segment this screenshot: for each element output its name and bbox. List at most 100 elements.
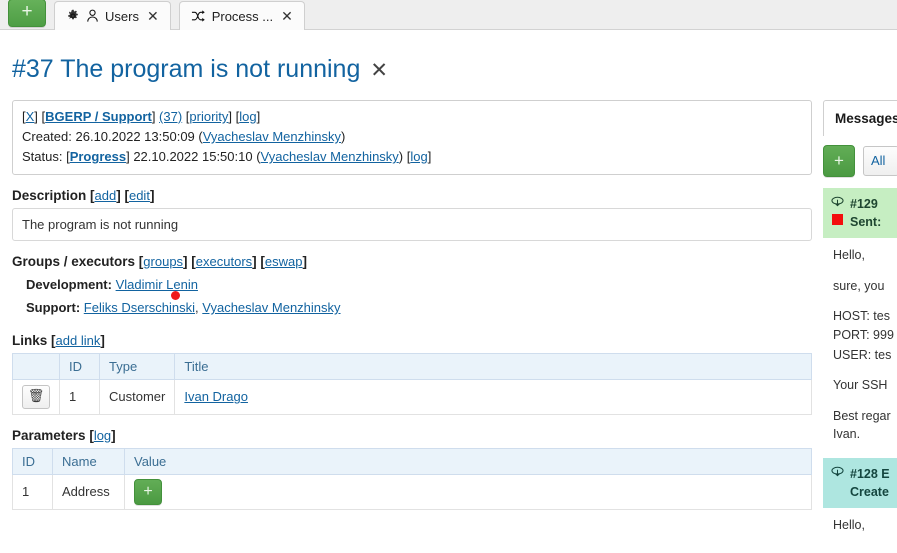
priority-link[interactable]: priority <box>189 109 228 124</box>
message-body-line-4: Your SSH <box>833 376 897 395</box>
issue-info-box: [X] [BGERP / Support] (37) [priority] [l… <box>12 100 812 175</box>
link-title-ivan-drago[interactable]: Ivan Drago <box>184 389 248 404</box>
message-created-label: Create <box>850 485 889 499</box>
messages-spacer-2 <box>823 447 897 458</box>
message-header-129[interactable]: #129 Sent: <box>823 188 897 238</box>
tab-users[interactable]: Users ✕ <box>54 1 171 30</box>
cursor-marker-dot <box>171 291 180 300</box>
log-link[interactable]: log <box>239 109 256 124</box>
links-table-header-row: ID Type Title <box>13 353 812 379</box>
groups-heading-text: Groups / executors <box>12 254 135 269</box>
links-heading-text: Links <box>12 333 47 348</box>
main-content: [X] [BGERP / Support] (37) [priority] [l… <box>12 100 812 510</box>
group-person-separator: , <box>195 300 199 315</box>
groups-heading: Groups / executors [groups] [executors] … <box>12 254 812 269</box>
page-close-icon[interactable]: ✕ <box>370 59 388 82</box>
group-row-development: Development: Vladimir Lenin <box>26 274 812 297</box>
message-item[interactable]: #129 Sent: Hello, sure, you HOST: tes PO… <box>823 188 897 447</box>
parameters-table: ID Name Value 1 Address + <box>12 448 812 510</box>
parameters-log-link[interactable]: log <box>94 428 111 443</box>
issue-info-line-links: [X] [BGERP / Support] (37) [priority] [l… <box>22 107 802 127</box>
messages-sidebar: Messages + All #129 Sent: Hello, sure, y… <box>823 100 897 553</box>
issue-created-line: Created: 26.10.2022 13:50:09 (Vyacheslav… <box>22 127 802 147</box>
message-body-129: Hello, sure, you HOST: tes PORT: 999 USE… <box>823 238 897 447</box>
messages-filter-all-button[interactable]: All <box>863 146 897 176</box>
message-body-line-1: Hello, <box>833 246 897 265</box>
tab-process-close-icon[interactable]: ✕ <box>281 9 293 23</box>
project-link[interactable]: BGERP / Support <box>45 109 152 124</box>
message-title-block-2: #128 E Create <box>850 465 890 501</box>
parameters-col-id: ID <box>13 448 53 474</box>
issue-number-link[interactable]: (37) <box>159 109 182 124</box>
tab-process[interactable]: Process ... ✕ <box>179 1 305 30</box>
incoming-message-icon <box>830 196 845 212</box>
close-issue-link[interactable]: X <box>26 109 35 124</box>
group-label-support: Support: <box>26 300 80 315</box>
new-tab-button[interactable]: + <box>8 0 46 27</box>
created-author-link[interactable]: Vyacheslav Menzhinsky <box>203 129 341 144</box>
messages-toolbar: + All <box>823 145 897 177</box>
message-sent-label: Sent: <box>850 215 881 229</box>
message-id-129: #129 <box>850 197 878 211</box>
message-item[interactable]: #128 E Create Hello, <box>823 458 897 538</box>
parameters-cell-id: 1 <box>13 474 53 509</box>
parameters-heading: Parameters [log] <box>12 428 812 443</box>
page-title: #37 The program is not running ✕ <box>12 55 388 84</box>
links-col-id: ID <box>60 353 100 379</box>
description-text: The program is not running <box>12 208 812 241</box>
group-person-vyacheslav-menzhinsky[interactable]: Vyacheslav Menzhinsky <box>202 300 340 315</box>
add-message-button[interactable]: + <box>823 145 855 177</box>
links-cell-actions: 🗑 <box>13 379 60 414</box>
message-icons-group-2 <box>830 465 845 482</box>
links-cell-title: Ivan Drago <box>175 379 812 414</box>
table-row: 🗑 1 Customer Ivan Drago <box>13 379 812 414</box>
created-date: 26.10.2022 13:50:09 <box>76 129 195 144</box>
links-heading: Links [add link] <box>12 333 812 348</box>
delete-icon[interactable]: 🗑 <box>22 385 50 409</box>
messages-panel-title: Messages <box>823 100 897 136</box>
group-row-support: Support: Feliks Dserschinski, Vyacheslav… <box>26 297 812 320</box>
message-body-2-line-1: Hello, <box>833 516 897 534</box>
status-date: 22.10.2022 15:50:10 <box>133 149 252 164</box>
bracket-close: ] <box>34 109 38 124</box>
tab-users-close-icon[interactable]: ✕ <box>147 9 159 23</box>
parameters-col-name: Name <box>53 448 125 474</box>
incoming-message-icon <box>830 466 845 482</box>
message-body-128: Hello, <box>823 508 897 538</box>
parameters-heading-text: Parameters <box>12 428 86 443</box>
description-heading: Description [add] [edit] <box>12 188 812 203</box>
status-badge[interactable]: Progress <box>70 149 126 164</box>
process-shuffle-icon <box>191 9 206 23</box>
description-edit-link[interactable]: edit <box>129 188 150 203</box>
tab-process-label: Process ... <box>212 9 273 24</box>
message-header-128[interactable]: #128 E Create <box>823 458 897 508</box>
groups-link[interactable]: groups <box>143 254 183 269</box>
status-label: Status: <box>22 149 62 164</box>
parameters-table-header-row: ID Name Value <box>13 448 812 474</box>
executors-link[interactable]: executors <box>196 254 252 269</box>
message-body-line-2: sure, you <box>833 277 897 296</box>
table-row: 1 Address + <box>13 474 812 509</box>
user-icon <box>86 9 99 23</box>
links-col-type: Type <box>100 353 175 379</box>
page-title-text: #37 The program is not running <box>12 55 360 83</box>
group-person-vladimir-lenin[interactable]: Vladimir Lenin <box>116 277 198 292</box>
message-title-block: #129 Sent: <box>850 195 881 231</box>
links-cell-id: 1 <box>60 379 100 414</box>
links-col-actions <box>13 353 60 379</box>
group-label-development: Development: <box>26 277 112 292</box>
gear-icon <box>66 9 80 23</box>
message-id-128: #128 E <box>850 467 890 481</box>
group-person-feliks-dserschinski[interactable]: Feliks Dserschinski <box>84 300 195 315</box>
description-add-link[interactable]: add <box>95 188 117 203</box>
parameters-cell-name: Address <box>53 474 125 509</box>
eswap-link[interactable]: eswap <box>265 254 303 269</box>
status-log-link[interactable]: log <box>410 149 427 164</box>
parameters-col-value: Value <box>125 448 812 474</box>
browser-tab-bar: + Users ✕ Process ... ✕ <box>0 0 897 30</box>
add-parameter-value-button[interactable]: + <box>134 479 162 505</box>
tab-users-label: Users <box>105 9 139 24</box>
created-label: Created: <box>22 129 72 144</box>
add-link-link[interactable]: add link <box>56 333 101 348</box>
status-author-link[interactable]: Vyacheslav Menzhinsky <box>261 149 399 164</box>
